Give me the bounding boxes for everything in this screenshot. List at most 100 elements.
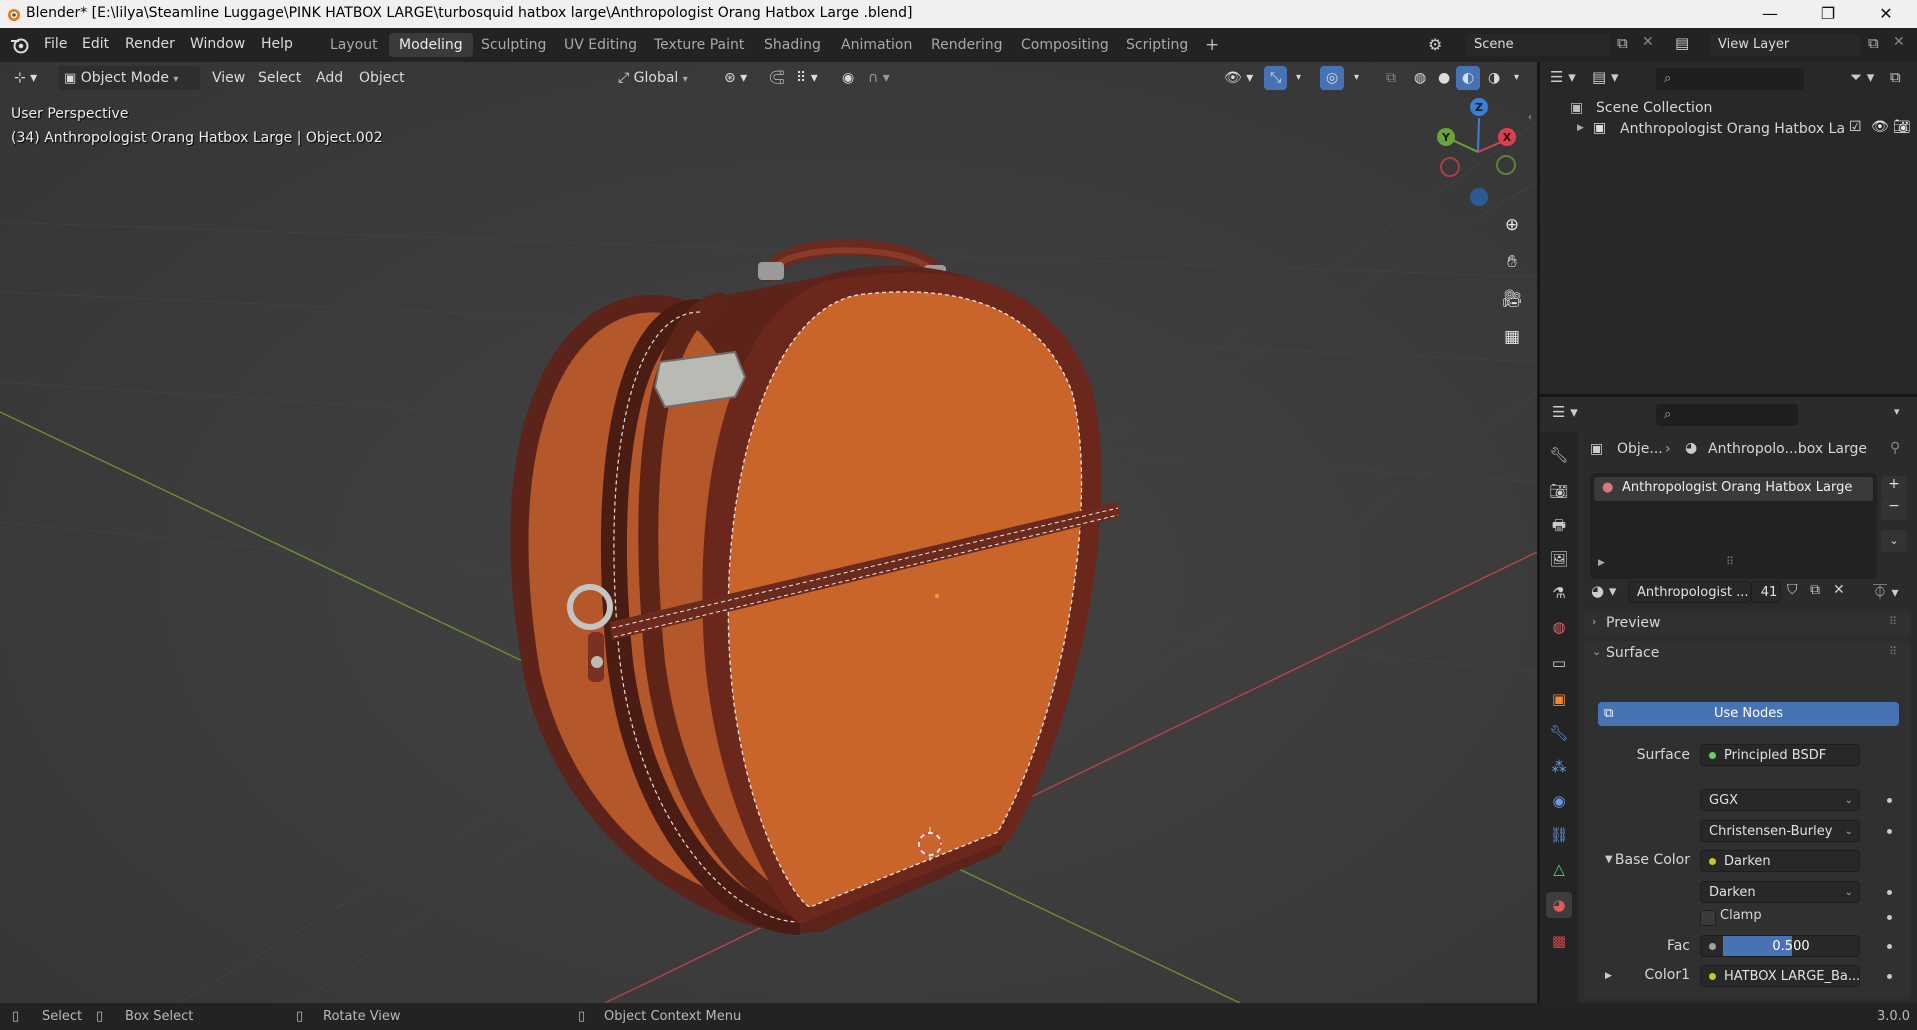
menu-help[interactable]: Help [261,36,293,52]
tab-sculpting[interactable]: Sculpting [471,33,556,57]
snap-icon[interactable]: 🧲︎ [762,66,792,90]
pan-hand-icon[interactable]: ✋︎ [1497,247,1527,277]
tool-tab-icon[interactable]: 🔧︎ [1546,442,1572,468]
world-tab-icon[interactable]: ◍ [1546,614,1572,640]
chevron-down-icon[interactable]: ▾ [1348,66,1365,90]
overlays-toggle-icon[interactable]: ◎ [1320,66,1345,90]
chevron-down-icon[interactable]: ▾ [1290,66,1307,90]
outliner-search-input[interactable]: ⌕ [1656,68,1804,90]
link-type-icon[interactable]: ⏁ ▾ [1873,582,1898,602]
menu-select[interactable]: Select [252,66,307,90]
modifier-tab-icon[interactable]: 🔧︎ [1546,720,1572,746]
clamp-checkbox[interactable] [1700,910,1716,926]
keyframe-dot[interactable] [1887,944,1892,949]
physics-tab-icon[interactable]: ◉ [1546,788,1572,814]
breadcrumb-object[interactable]: Obje... [1617,441,1663,457]
particles-tab-icon[interactable]: ⁂ [1546,754,1572,780]
breadcrumb-material[interactable]: Anthropolo...box Large [1708,441,1867,457]
display-mode-icon[interactable]: ▤ ▾ [1592,68,1618,86]
camera-view-icon[interactable]: 🎥︎ [1497,284,1527,314]
material-name-field[interactable]: Anthropologist ... [1628,581,1751,603]
add-workspace-button[interactable]: + [1195,33,1229,57]
view-layer-tab-icon[interactable]: 🖼︎ [1546,546,1572,572]
pivot-point-icon[interactable]: ⊛ ▾ [718,66,753,90]
scene-collection-label[interactable]: Scene Collection [1596,100,1712,116]
expanded-arrow-icon[interactable]: ⌄ [1592,645,1601,658]
material-slot-list[interactable]: ● Anthropologist Orang Hatbox Large ▶ ⠿ [1590,473,1877,579]
ortho-grid-icon[interactable]: ▦ [1497,322,1527,352]
camera-icon[interactable]: 📷︎ [1893,119,1911,135]
pin-icon[interactable]: ⚲ [1890,440,1900,456]
fac-slider[interactable]: 0.500 [1700,935,1860,957]
chevron-down-icon[interactable]: ▾ [1894,405,1900,418]
keyframe-dot[interactable] [1887,974,1892,979]
drag-handle-icon[interactable]: ⠿ [1889,645,1897,658]
zoom-icon[interactable]: ⊕ [1497,210,1527,240]
fake-user-shield-icon[interactable]: ⛉ [1787,582,1798,598]
scene-tab-icon[interactable]: ⚗︎ [1546,580,1572,606]
user-count-field[interactable]: 41 [1751,581,1781,603]
view-layer-browse-icon[interactable]: ▤ [1675,34,1689,52]
rendered-shading-icon[interactable]: ◑ [1482,66,1506,90]
surface-shader-field[interactable]: Principled BSDF [1700,744,1860,766]
gizmo-toggle-icon[interactable]: ⤡ [1264,66,1288,90]
constraints-tab-icon[interactable]: ⛓︎ [1546,822,1572,848]
expand-arrow-icon[interactable]: ▶ [1598,558,1605,568]
keyframe-dot[interactable] [1887,915,1892,920]
new-collection-icon[interactable]: ⧉ [1890,68,1901,86]
menu-view[interactable]: View [206,66,251,90]
resize-handle-icon[interactable]: ⠿ [1726,555,1734,568]
duplicate-material-icon[interactable]: ⧉ [1810,582,1820,598]
color1-link-field[interactable]: HATBOX LARGE_Ba... [1700,965,1860,987]
scene-browse-icon[interactable]: ⚙︎ [1428,35,1442,54]
transform-orientation-dropdown[interactable]: ⤢ Global ▾ [612,66,694,90]
blender-menu-icon[interactable] [9,35,31,55]
outliner-editor-type-icon[interactable]: ☰ ▾ [1550,68,1576,86]
object-tab-icon[interactable]: ▣ [1546,686,1572,712]
editor-type-icon[interactable]: ⊹ ▾ [8,66,43,90]
material-preview-shading-icon[interactable]: ◐ [1456,66,1481,90]
proportional-edit-icon[interactable]: ◉ [836,66,860,90]
close-button[interactable]: ✕ [1857,0,1915,28]
menu-window[interactable]: Window [190,36,245,52]
tab-compositing[interactable]: Compositing [1011,33,1119,57]
data-tab-icon[interactable]: △ [1546,856,1572,882]
material-tab-icon[interactable]: ◕ [1546,892,1572,918]
menu-file[interactable]: File [44,36,67,52]
collection-tab-icon[interactable]: ▭ [1546,650,1572,676]
keyframe-dot[interactable] [1887,829,1892,834]
solid-shading-icon[interactable]: ● [1432,66,1456,90]
subsurface-method-dropdown[interactable]: Christensen-Burley ⌄ [1700,820,1860,842]
tab-uv-editing[interactable]: UV Editing [554,33,647,57]
tab-layout[interactable]: Layout [320,33,388,57]
tab-animation[interactable]: Animation [831,33,922,57]
tab-modeling[interactable]: Modeling [389,33,473,57]
menu-add[interactable]: Add [310,66,349,90]
falloff-icon[interactable]: ∩ ▾ [862,66,896,90]
material-slot-row[interactable]: ● Anthropologist Orang Hatbox Large [1594,477,1873,501]
new-view-layer-icon[interactable]: ⧉ [1868,34,1879,52]
properties-editor-type-icon[interactable]: ☰ ▾ [1552,403,1578,421]
add-slot-button[interactable]: + [1881,476,1907,498]
output-tab-icon[interactable]: 🖶︎ [1546,512,1572,538]
menu-object[interactable]: Object [353,66,411,90]
view-layer-field[interactable]: View Layer [1710,34,1860,56]
unlink-material-icon[interactable]: ✕ [1833,582,1845,598]
drag-handle-icon[interactable]: ⠿ [1889,615,1897,628]
browse-material-icon[interactable]: ◕ ▾ [1591,582,1616,600]
preview-panel-header[interactable]: › Preview ⠿ [1584,611,1911,637]
base-color-link-field[interactable]: Darken [1700,850,1860,872]
visibility-eye-icon[interactable]: 👁︎ ▾ [1218,66,1259,90]
wireframe-shading-icon[interactable]: ◍ [1408,66,1432,90]
use-nodes-button[interactable]: ⧉ Use Nodes [1598,702,1899,726]
blend-mode-dropdown[interactable]: Darken ⌄ [1700,881,1860,903]
tab-rendering[interactable]: Rendering [921,33,1013,57]
filter-icon[interactable]: ⏷ ▾ [1850,68,1874,86]
maximize-button[interactable]: ❐ [1799,0,1857,28]
distribution-dropdown[interactable]: GGX ⌄ [1700,789,1860,811]
delete-view-layer-icon[interactable]: ✕ [1893,34,1905,50]
mode-dropdown[interactable]: ▣ Object Mode ▾ [58,66,200,90]
minimize-button[interactable]: — [1741,0,1799,28]
menu-edit[interactable]: Edit [82,36,109,52]
remove-slot-button[interactable]: − [1881,498,1907,520]
